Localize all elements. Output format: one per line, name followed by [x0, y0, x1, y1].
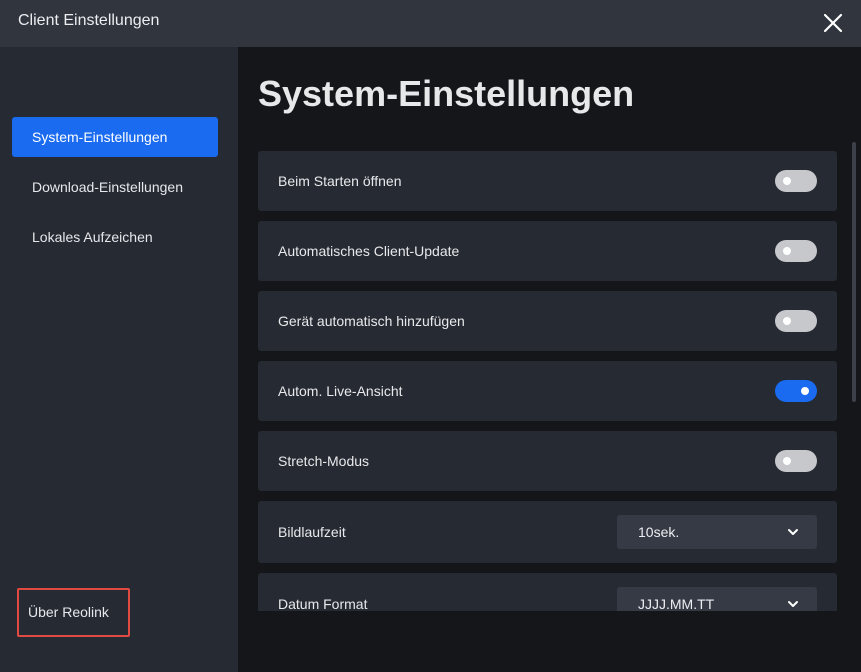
about-reolink-link[interactable]: Über Reolink: [17, 588, 130, 637]
setting-row-auto-live-view: Autom. Live-Ansicht: [258, 361, 837, 421]
setting-row-scroll-time: Bildlaufzeit 10sek.: [258, 501, 837, 563]
setting-label: Automatisches Client-Update: [278, 243, 460, 259]
sidebar-item-system-settings[interactable]: System-Einstellungen: [12, 117, 218, 157]
setting-label: Stretch-Modus: [278, 453, 370, 469]
settings-list: Beim Starten öffnen Automatisches Client…: [258, 151, 838, 611]
sidebar-item-local-recording[interactable]: Lokales Aufzeichen: [12, 217, 218, 257]
auto-update-toggle[interactable]: [775, 240, 817, 262]
auto-add-device-toggle[interactable]: [775, 310, 817, 332]
toggle-knob: [783, 457, 791, 465]
setting-label: Datum Format: [278, 596, 368, 611]
setting-row-stretch-mode: Stretch-Modus: [258, 431, 837, 491]
window-title: Client Einstellungen: [18, 12, 160, 29]
toggle-knob: [801, 387, 809, 395]
vertical-scrollbar[interactable]: [852, 142, 856, 402]
toggle-knob: [783, 177, 791, 185]
toggle-knob: [783, 317, 791, 325]
stretch-mode-toggle[interactable]: [775, 450, 817, 472]
select-value: 10sek.: [638, 524, 680, 540]
setting-row-auto-add-device: Gerät automatisch hinzufügen: [258, 291, 837, 351]
sidebar-item-label: System-Einstellungen: [32, 129, 168, 145]
sidebar-item-label: Lokales Aufzeichen: [32, 229, 153, 245]
sidebar: System-Einstellungen Download-Einstellun…: [0, 47, 238, 672]
setting-label: Gerät automatisch hinzufügen: [278, 313, 465, 329]
auto-live-view-toggle[interactable]: [775, 380, 817, 402]
chevron-down-icon: [788, 601, 798, 607]
close-icon: [823, 13, 843, 33]
open-on-start-toggle[interactable]: [775, 170, 817, 192]
sidebar-item-label: Download-Einstellungen: [32, 179, 183, 195]
main-panel: System-Einstellungen Beim Starten öffnen…: [238, 47, 861, 672]
sidebar-item-download-settings[interactable]: Download-Einstellungen: [12, 167, 218, 207]
close-button[interactable]: [821, 11, 845, 35]
about-label: Über Reolink: [28, 604, 109, 620]
setting-row-open-on-start: Beim Starten öffnen: [258, 151, 837, 211]
title-bar: Client Einstellungen: [0, 0, 861, 47]
setting-row-auto-update: Automatisches Client-Update: [258, 221, 837, 281]
setting-label: Autom. Live-Ansicht: [278, 383, 403, 399]
page-title: System-Einstellungen: [258, 73, 635, 114]
date-format-select[interactable]: JJJJ.MM.TT: [617, 587, 817, 611]
setting-row-date-format: Datum Format JJJJ.MM.TT: [258, 573, 837, 611]
chevron-down-icon: [788, 529, 798, 535]
toggle-knob: [783, 247, 791, 255]
setting-label: Beim Starten öffnen: [278, 173, 402, 189]
select-value: JJJJ.MM.TT: [638, 596, 715, 611]
scroll-time-select[interactable]: 10sek.: [617, 515, 817, 549]
setting-label: Bildlaufzeit: [278, 524, 346, 540]
